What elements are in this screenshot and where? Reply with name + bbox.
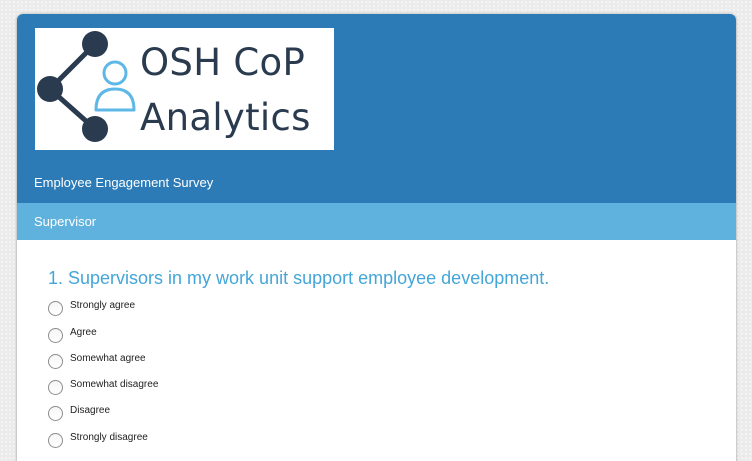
radio-button[interactable]	[48, 406, 63, 421]
question-text: 1. Supervisors in my work unit support e…	[48, 268, 550, 288]
logo: OSH CoP Analytics	[35, 28, 334, 150]
radio-button[interactable]	[48, 354, 63, 369]
survey-title: Employee Engagement Survey	[34, 175, 214, 190]
option-label: Strongly disagree	[70, 432, 148, 443]
option-label: Agree	[70, 327, 97, 338]
option-label: Strongly agree	[70, 300, 136, 311]
logo-text-line2: Analytics	[140, 96, 311, 139]
logo-text-line1: OSH CoP	[140, 41, 306, 84]
option-label: Somewhat disagree	[70, 379, 159, 390]
radio-button[interactable]	[48, 301, 63, 316]
survey-card: OSH CoP Analytics Employee Engagement Su…	[17, 14, 736, 461]
section-bar: Supervisor	[17, 203, 736, 240]
radio-button[interactable]	[48, 380, 63, 395]
option-label: Disagree	[70, 405, 111, 416]
radio-button[interactable]	[48, 433, 63, 448]
section-title: Supervisor	[34, 214, 97, 229]
radio-button[interactable]	[48, 328, 63, 343]
option-label: Somewhat agree	[70, 353, 146, 364]
survey-header: OSH CoP Analytics Employee Engagement Su…	[17, 14, 736, 203]
